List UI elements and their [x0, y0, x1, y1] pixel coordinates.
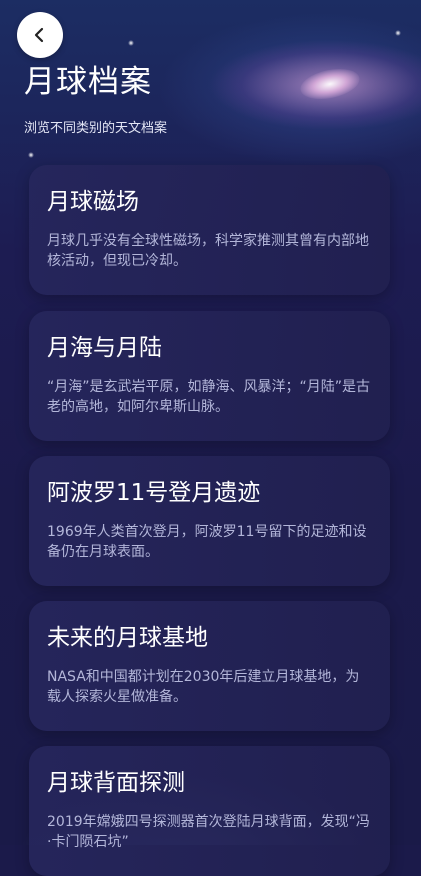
star-decoration — [395, 30, 401, 36]
archive-card-lunar-magnetic-field[interactable]: 月球磁场 月球几乎没有全球性磁场，科学家推测其曾有内部地核活动，但现已冷却。 — [29, 165, 390, 295]
card-title: 月球背面探测 — [47, 770, 185, 796]
archive-card-far-side-exploration[interactable]: 月球背面探测 2019年嫦娥四号探测器首次登陆月球背面，发现“冯·卡门陨石坑” — [29, 746, 390, 876]
back-button[interactable] — [17, 12, 63, 58]
card-title: 阿波罗11号登月遗迹 — [47, 480, 261, 506]
archive-card-maria-and-highlands[interactable]: 月海与月陆 “月海”是玄武岩平原，如静海、风暴洋；“月陆”是古老的高地，如阿尔卑… — [29, 311, 390, 441]
archive-card-future-lunar-base[interactable]: 未来的月球基地 NASA和中国都计划在2030年后建立月球基地，为载人探索火星做… — [29, 601, 390, 731]
card-title: 月球磁场 — [47, 189, 139, 215]
card-title: 月海与月陆 — [47, 335, 162, 361]
star-decoration — [28, 152, 34, 158]
card-description: 1969年人类首次登月，阿波罗11号留下的足迹和设备仍在月球表面。 — [47, 524, 367, 560]
card-description: NASA和中国都计划在2030年后建立月球基地，为载人探索火星做准备。 — [47, 669, 360, 705]
star-decoration — [128, 40, 134, 46]
card-description: 月球几乎没有全球性磁场，科学家推测其曾有内部地核活动，但现已冷却。 — [47, 233, 369, 269]
card-description: 2019年嫦娥四号探测器首次登陆月球背面，发现“冯·卡门陨石坑” — [47, 814, 370, 850]
archive-card-apollo-11-site[interactable]: 阿波罗11号登月遗迹 1969年人类首次登月，阿波罗11号留下的足迹和设备仍在月… — [29, 456, 390, 586]
page-subtitle: 浏览不同类别的天文档案 — [24, 121, 168, 136]
card-description: “月海”是玄武岩平原，如静海、风暴洋；“月陆”是古老的高地，如阿尔卑斯山脉。 — [47, 379, 371, 415]
page-title: 月球档案 — [24, 64, 152, 100]
chevron-left-icon — [34, 27, 44, 43]
card-title: 未来的月球基地 — [47, 625, 208, 651]
